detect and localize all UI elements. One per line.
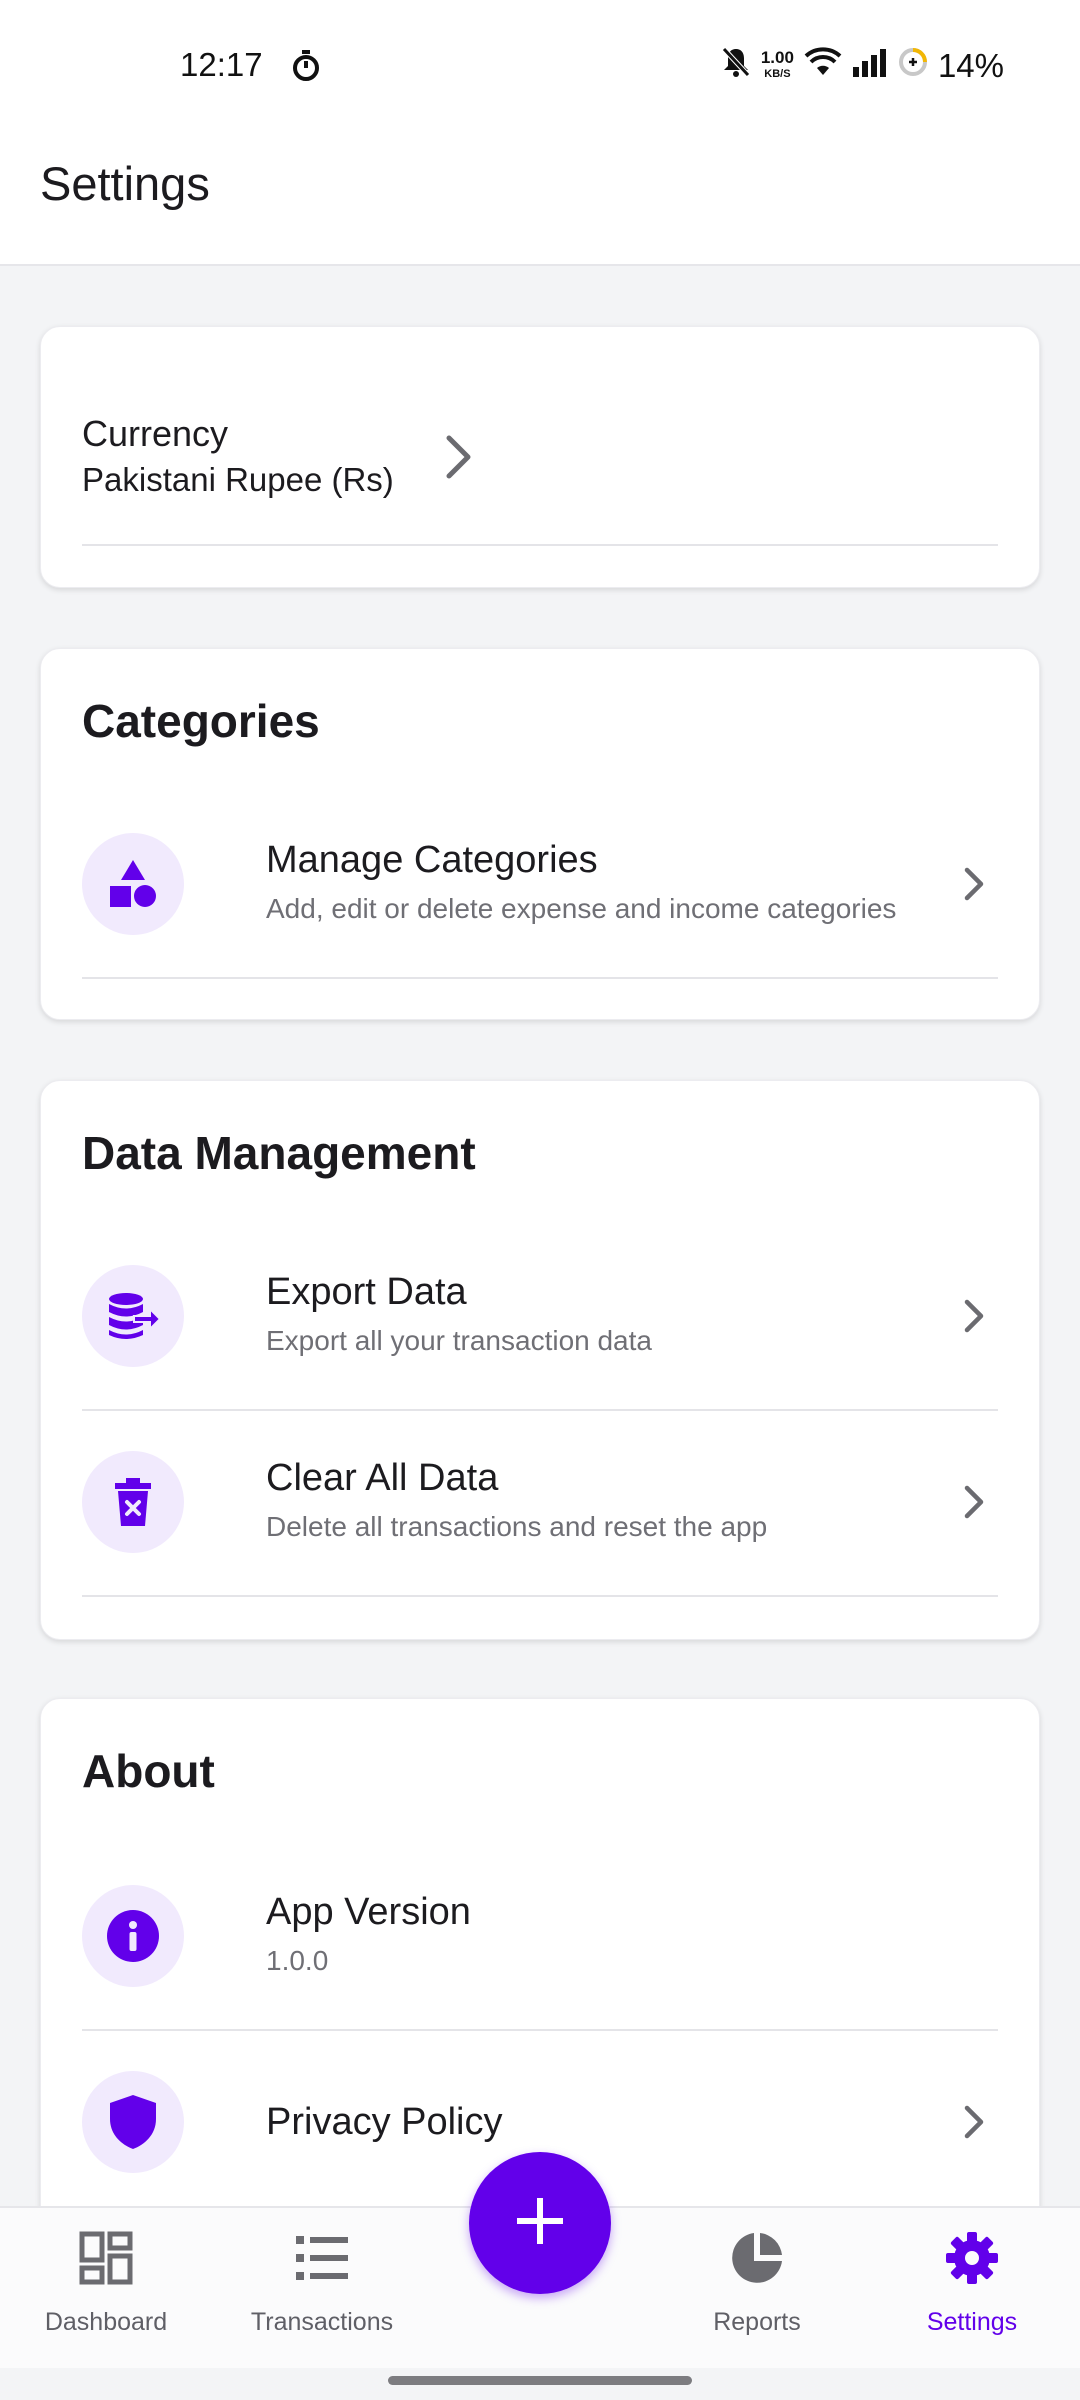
section-title-data-management: Data Management: [82, 1127, 476, 1179]
divider: [82, 1409, 998, 1411]
signal-icon: [852, 47, 888, 85]
chevron-right-icon: [444, 433, 474, 486]
net-speed-unit: KB/S: [764, 68, 791, 80]
export-data-row[interactable]: Export Data Export all your transaction …: [82, 1265, 998, 1369]
status-time: 12:17: [180, 46, 263, 83]
pie-chart-icon: [729, 2230, 785, 2286]
currency-value: Pakistani Rupee (Rs): [82, 461, 394, 498]
status-bar: 12:17 1.00 KB/S 14%: [0, 0, 1080, 130]
nav-transactions[interactable]: Transactions: [222, 2208, 422, 2370]
divider: [82, 977, 998, 979]
wifi-icon: [804, 47, 842, 85]
section-title-about: About: [82, 1745, 215, 1797]
nav-label: Settings: [926, 2308, 1018, 2336]
row-title: Privacy Policy: [266, 2101, 503, 2143]
manage-categories-row[interactable]: Manage Categories Add, edit or delete ex…: [82, 833, 998, 937]
info-icon: [82, 1885, 184, 1987]
nav-label: Reports: [713, 2308, 801, 2336]
dashboard-icon: [78, 2230, 134, 2286]
chevron-right-icon: [962, 1483, 986, 1526]
bell-off-icon: [721, 46, 751, 86]
section-title-categories: Categories: [82, 695, 320, 747]
list-icon: [294, 2230, 350, 2286]
clear-all-data-row[interactable]: Clear All Data Delete all transactions a…: [82, 1451, 998, 1555]
divider: [82, 2029, 998, 2031]
row-title: Manage Categories: [266, 839, 598, 881]
row-title: App Version: [266, 1891, 471, 1933]
net-speed-value: 1.00: [760, 48, 794, 67]
nav-reports[interactable]: Reports: [657, 2208, 857, 2370]
chevron-right-icon: [962, 865, 986, 908]
data-management-card: Data Management Export Data Export all y…: [40, 1080, 1040, 1640]
app-header: Settings: [0, 130, 1080, 266]
database-export-icon: [82, 1265, 184, 1367]
shield-icon: [82, 2071, 184, 2173]
app-version-row: App Version 1.0.0: [82, 1885, 998, 1989]
stopwatch-icon: [292, 50, 320, 87]
currency-card: Currency Pakistani Rupee (Rs): [40, 326, 1040, 588]
add-transaction-button[interactable]: [469, 2152, 611, 2294]
row-title: Export Data: [266, 1271, 467, 1313]
chevron-right-icon: [962, 1297, 986, 1340]
plus-icon: [517, 2197, 563, 2249]
trash-icon: [82, 1451, 184, 1553]
nav-label: Transactions: [250, 2308, 394, 2336]
battery-level: 14%: [937, 47, 1004, 84]
currency-row[interactable]: Currency Pakistani Rupee (Rs): [82, 413, 998, 513]
nav-dashboard[interactable]: Dashboard: [6, 2208, 206, 2370]
currency-label: Currency: [82, 413, 229, 454]
net-speed: 1.00 KB/S: [760, 48, 794, 82]
status-icons: 1.00 KB/S 14%: [721, 46, 1004, 86]
divider: [82, 1595, 998, 1597]
chevron-right-icon: [962, 2103, 986, 2146]
nav-label: Dashboard: [44, 2308, 168, 2336]
row-subtitle: Delete all transactions and reset the ap…: [266, 1511, 768, 1542]
gesture-bar: [0, 2368, 1080, 2400]
row-subtitle: Export all your transaction data: [266, 1325, 652, 1356]
page-title: Settings: [40, 157, 210, 210]
battery-saver-icon: [898, 47, 928, 85]
nav-settings[interactable]: Settings: [872, 2208, 1072, 2370]
divider: [82, 544, 998, 546]
app-version-value: 1.0.0: [266, 1945, 329, 1976]
row-title: Clear All Data: [266, 1457, 499, 1499]
row-subtitle: Add, edit or delete expense and income c…: [266, 893, 897, 924]
gear-icon: [944, 2230, 1000, 2286]
categories-card: Categories Manage Categories Add, edit o…: [40, 648, 1040, 1020]
home-gesture-handle[interactable]: [388, 2376, 692, 2385]
shapes-icon: [82, 833, 184, 935]
